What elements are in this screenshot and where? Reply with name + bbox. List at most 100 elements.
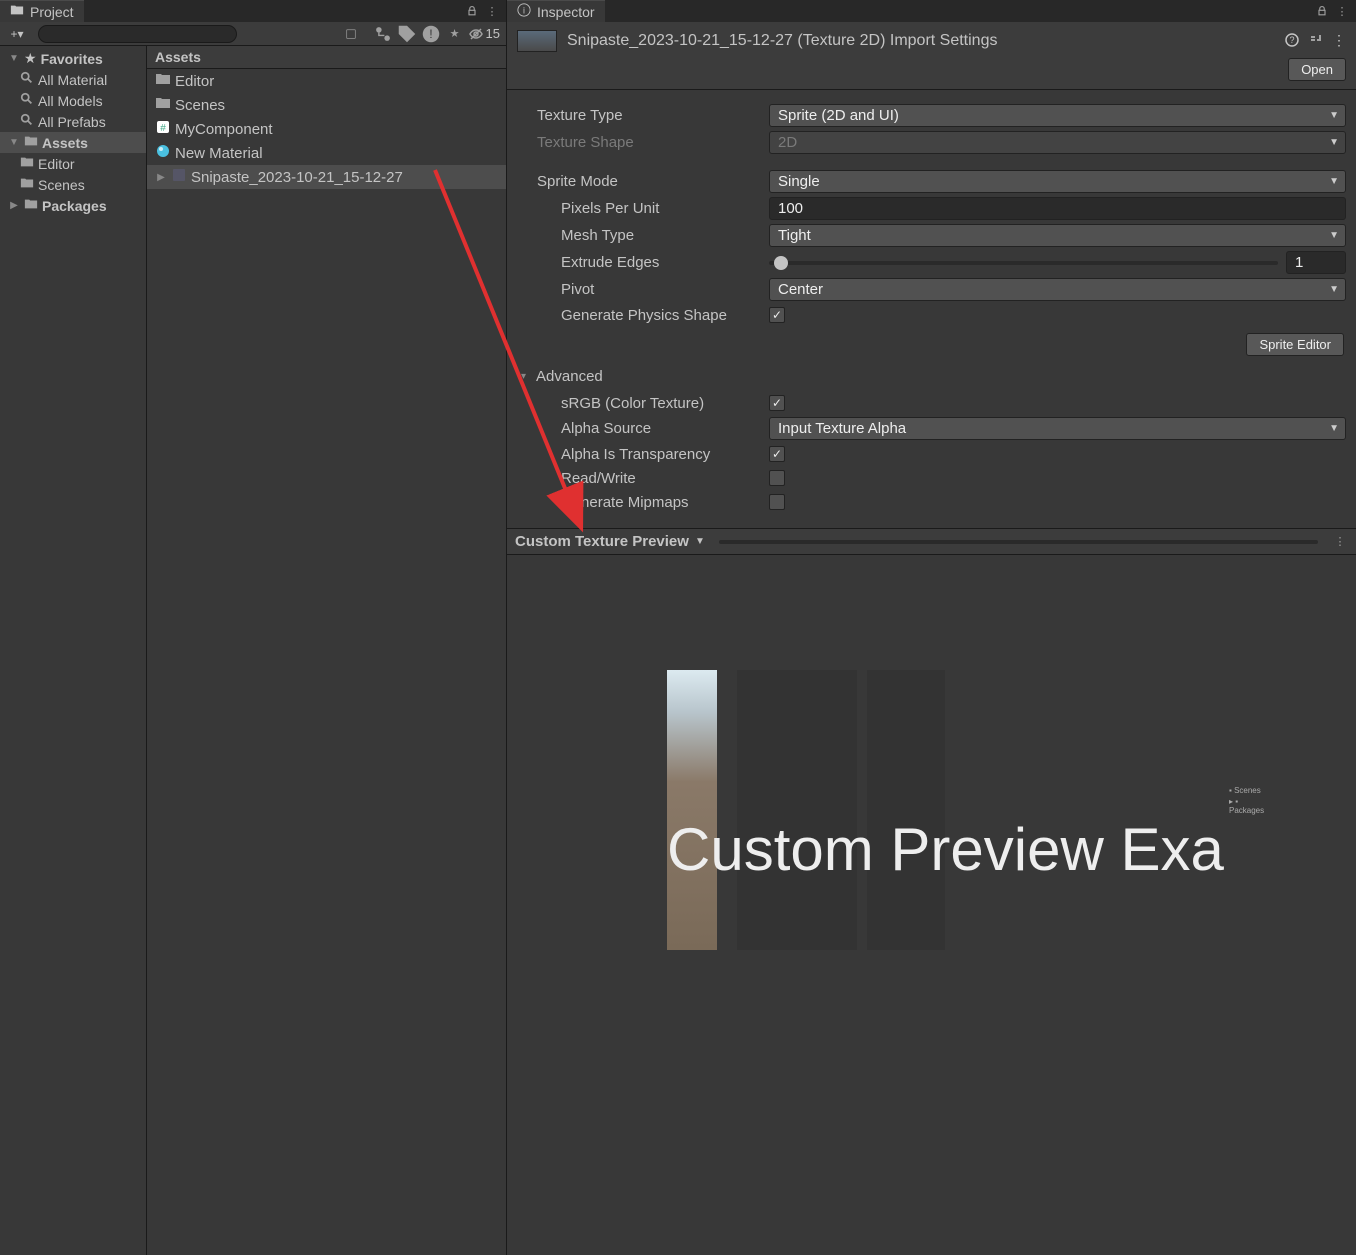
texture-type-dropdown[interactable]: Sprite (2D and UI)▼ <box>769 104 1346 127</box>
favorite-all-material[interactable]: All Material <box>0 69 146 90</box>
pivot-label: Pivot <box>561 281 769 298</box>
svg-text:!: ! <box>429 27 432 41</box>
texture-icon <box>171 167 187 187</box>
project-panel: Project ⋮ +▾ <box>0 0 507 1255</box>
mesh-type-dropdown[interactable]: Tight▼ <box>769 224 1346 247</box>
chevron-down-icon: ▼ <box>1329 284 1339 295</box>
chevron-down-icon: ▼ <box>1329 230 1339 241</box>
alpha-source-dropdown[interactable]: Input Texture Alpha▼ <box>769 417 1346 440</box>
chevron-down-icon[interactable]: ▼ <box>695 536 705 547</box>
preview-overlay-text: Custom Preview Exa <box>667 815 1224 884</box>
alpha-transparency-checkbox[interactable] <box>769 446 785 462</box>
search-icon <box>20 92 34 109</box>
sprite-mode-dropdown[interactable]: Single▼ <box>769 170 1346 193</box>
extrude-edges-value[interactable] <box>1286 251 1346 274</box>
read-write-checkbox[interactable] <box>769 470 785 486</box>
slider-handle[interactable] <box>774 256 788 270</box>
mini-tree: ▪ Scenes ▸ ▪ Packages <box>1229 785 1264 816</box>
inspector-tab[interactable]: i Inspector <box>507 0 605 22</box>
pixels-per-unit-input[interactable] <box>769 197 1346 220</box>
inspector-title: Snipaste_2023-10-21_15-12-27 (Texture 2D… <box>567 32 997 50</box>
chevron-down-icon: ▼ <box>1329 176 1339 187</box>
search-options-icon[interactable] <box>344 27 358 41</box>
preview-thumb-2 <box>737 670 857 950</box>
search-icon <box>20 71 34 88</box>
favorite-all-models[interactable]: All Models <box>0 90 146 111</box>
star-icon[interactable]: ★ <box>444 26 466 42</box>
inspector-panel: i Inspector ⋮ Snipaste_2023-10-21_15-12-… <box>507 0 1356 1255</box>
assets-root[interactable]: ▼ Assets <box>0 132 146 153</box>
project-tab-label: Project <box>30 4 74 20</box>
favorites-header[interactable]: ▼ ★ Favorites <box>0 48 146 69</box>
folder-icon <box>155 95 171 115</box>
kebab-icon[interactable]: ⋮ <box>1332 32 1346 51</box>
assets-panel-header: Assets <box>147 46 506 69</box>
texture-shape-dropdown: 2D▼ <box>769 131 1346 154</box>
texture-shape-label: Texture Shape <box>537 134 769 151</box>
asset-texture-snipaste[interactable]: ▶ Snipaste_2023-10-21_15-12-27 <box>147 165 506 189</box>
preview-zoom-slider[interactable] <box>719 540 1318 544</box>
search-input[interactable] <box>38 25 237 43</box>
svg-text:#: # <box>160 123 166 134</box>
chevron-down-icon: ▼ <box>1329 110 1339 121</box>
folder-icon <box>20 176 34 193</box>
project-folder-tree: ▼ ★ Favorites All Material All Models Al… <box>0 46 146 1255</box>
expand-toggle[interactable]: ▼ <box>8 53 20 64</box>
label-filter-icon[interactable] <box>396 26 418 42</box>
texture-type-label: Texture Type <box>537 107 769 124</box>
chevron-down-icon: ▼ <box>1329 423 1339 434</box>
help-icon[interactable]: ? <box>1284 32 1300 51</box>
generate-mipmaps-label: Generate Mipmaps <box>561 494 769 511</box>
project-tab-bar: Project ⋮ <box>0 0 506 22</box>
expand-toggle[interactable]: ▶ <box>155 172 167 183</box>
script-icon: # <box>155 119 171 139</box>
generate-physics-label: Generate Physics Shape <box>561 307 769 324</box>
inspector-body: Texture Type Sprite (2D and UI)▼ Texture… <box>507 90 1356 528</box>
assets-editor-folder[interactable]: Editor <box>0 153 146 174</box>
generate-mipmaps-checkbox[interactable] <box>769 494 785 510</box>
inspector-header: Snipaste_2023-10-21_15-12-27 (Texture 2D… <box>507 22 1356 90</box>
asset-folder-editor[interactable]: Editor <box>147 69 506 93</box>
sprite-mode-label: Sprite Mode <box>537 173 769 190</box>
assets-scenes-folder[interactable]: Scenes <box>0 174 146 195</box>
project-toolbar: +▾ ! ★ <box>0 22 506 46</box>
project-asset-list: Assets Editor Scenes # MyComponent New M… <box>146 46 506 1255</box>
chevron-down-icon: ▼ <box>1329 137 1339 148</box>
asset-script-mycomponent[interactable]: # MyComponent <box>147 117 506 141</box>
extrude-edges-label: Extrude Edges <box>561 254 769 271</box>
hierarchy-filter-icon[interactable] <box>372 26 394 42</box>
preview-thumb-1 <box>667 670 717 950</box>
extrude-edges-slider[interactable] <box>769 261 1278 265</box>
add-button[interactable]: +▾ <box>6 24 28 44</box>
star-icon: ★ <box>24 50 37 67</box>
asset-folder-scenes[interactable]: Scenes <box>147 93 506 117</box>
asset-material-new[interactable]: New Material <box>147 141 506 165</box>
presets-icon[interactable] <box>1308 32 1324 51</box>
open-button[interactable]: Open <box>1288 58 1346 81</box>
packages-root[interactable]: ▶ Packages <box>0 195 146 216</box>
generate-physics-checkbox[interactable] <box>769 307 785 323</box>
svg-text:?: ? <box>1289 35 1294 45</box>
search-icon <box>20 113 34 130</box>
advanced-header[interactable]: Advanced <box>507 362 1356 391</box>
lock-icon[interactable] <box>1314 3 1330 19</box>
kebab-icon[interactable]: ⋮ <box>1334 3 1350 19</box>
project-tab[interactable]: Project <box>0 0 84 22</box>
sprite-editor-button[interactable]: Sprite Editor <box>1246 333 1344 356</box>
favorite-all-prefabs[interactable]: All Prefabs <box>0 111 146 132</box>
expand-toggle[interactable]: ▼ <box>8 137 20 148</box>
warning-icon[interactable]: ! <box>420 26 442 42</box>
hidden-count[interactable]: 15 <box>468 26 500 42</box>
kebab-icon[interactable]: ⋮ <box>1332 534 1348 550</box>
alpha-source-label: Alpha Source <box>561 420 769 437</box>
preview-area: ▪ Scenes ▸ ▪ Packages Custom Preview Exa <box>507 555 1356 1255</box>
preview-thumb-3: ▪ Scenes ▸ ▪ Packages <box>867 670 945 950</box>
expand-toggle[interactable]: ▶ <box>8 200 20 211</box>
kebab-icon[interactable]: ⋮ <box>484 3 500 19</box>
pivot-dropdown[interactable]: Center▼ <box>769 278 1346 301</box>
lock-icon[interactable] <box>464 3 480 19</box>
preview-title: Custom Texture Preview <box>515 533 689 550</box>
alpha-transparency-label: Alpha Is Transparency <box>561 446 769 463</box>
preview-bar: Custom Texture Preview ▼ ⋮ <box>507 528 1356 555</box>
srgb-checkbox[interactable] <box>769 395 785 411</box>
